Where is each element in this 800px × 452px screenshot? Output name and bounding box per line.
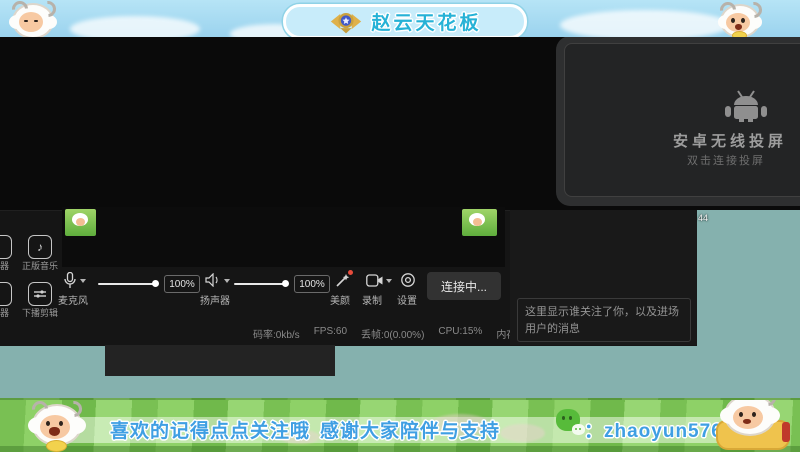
sheep-thumb-face [76, 218, 85, 226]
speaker-slider-knob[interactable] [282, 280, 289, 287]
mic-slider-knob[interactable] [152, 280, 159, 287]
sheep-thumb-face [473, 218, 482, 226]
music-note-glyph: ♪ [37, 240, 43, 254]
speaker-device-caret[interactable] [224, 279, 230, 283]
bottle-art [782, 422, 790, 442]
speaker-volume-value: 100% [294, 275, 330, 293]
overlay-thumbnail-right[interactable] [462, 209, 497, 236]
record-label[interactable]: 录制 [362, 292, 382, 307]
toolbar-item-clipped-icon[interactable] [0, 235, 12, 259]
rank-badge-icon [331, 12, 362, 34]
stream-title-pill: 赵云天花板 [283, 4, 527, 37]
speaker-label: 扬声器 [200, 296, 230, 307]
overlay-thumbnail-left[interactable] [65, 209, 96, 236]
toolbar-item-clip-label[interactable]: 下播剪辑 [18, 306, 62, 319]
interaction-panel: 这里显示谁关注了你，以及进场用户的消息 [510, 210, 697, 345]
flower-art [500, 424, 545, 442]
record-icon[interactable] [366, 274, 383, 287]
toolbar-item-clipped-label: 器 [0, 261, 10, 271]
android-robot-icon [725, 90, 767, 122]
cast-title: 安卓无线投屏 [673, 133, 788, 150]
mic-volume-value: 100% [164, 275, 200, 293]
connect-button[interactable]: 连接中... [427, 272, 501, 300]
stream-title-text: 赵云天花板 [371, 13, 482, 34]
sheep-mascot-top-left [6, 0, 60, 37]
beauty-label[interactable]: 美颜 [330, 292, 350, 307]
cloud-art [70, 16, 200, 37]
follow-reminder-text: 喜欢的记得点点关注哦 [109, 421, 310, 442]
record-caret[interactable] [386, 279, 392, 283]
toolbar-item-music-label[interactable]: 正版音乐 [18, 259, 62, 272]
mic-volume-slider[interactable] [98, 283, 156, 285]
beauty-notification-dot [348, 270, 353, 275]
equalizer-icon[interactable] [28, 282, 52, 306]
bottom-overlay-banner: 喜欢的记得点点关注哦 感谢大家陪伴与支持 ：zhaoyun5764 [0, 398, 800, 452]
cloud-art [560, 10, 730, 37]
desktop-corner-number: 44 [698, 213, 709, 223]
toolbar-item-clipped-label: 器 [0, 308, 10, 318]
background-window-fragment [105, 345, 335, 376]
speaker-icon[interactable] [205, 273, 221, 287]
cast-screen[interactable]: 安卓无线投屏 双击连接投屏 [564, 43, 800, 197]
mic-device-caret[interactable] [80, 279, 86, 283]
speaker-volume-slider[interactable] [234, 283, 286, 285]
thanks-text: 感谢大家陪伴与支持 [320, 421, 501, 442]
microphone-icon[interactable] [64, 272, 76, 289]
cast-subtitle: 双击连接投屏 [687, 155, 765, 167]
top-overlay-banner: 赵云天花板 [0, 0, 800, 37]
sheep-mascot-bottom-right [710, 400, 800, 452]
interaction-hint: 这里显示谁关注了你，以及进场用户的消息 [517, 298, 691, 342]
android-cast-window[interactable]: 安卓无线投屏 双击连接投屏 [556, 36, 800, 206]
status-dropped-frames: 丢帧:0(0.00%) [361, 330, 425, 341]
licensed-music-icon[interactable]: ♪ [28, 235, 52, 259]
settings-gear-icon[interactable] [400, 272, 416, 288]
sheep-mascot-bottom-left [18, 400, 108, 452]
status-bitrate: 码率:0kb/s [253, 330, 300, 341]
equalizer-glyph [34, 290, 46, 298]
mic-label: 麦克风 [58, 296, 88, 307]
settings-label[interactable]: 设置 [397, 292, 417, 307]
status-cpu: CPU:15% [438, 326, 483, 337]
status-fps: FPS:60 [313, 326, 348, 337]
stream-preview [62, 207, 505, 267]
toolbar-item-clipped-icon[interactable] [0, 282, 12, 306]
sheep-mascot-top-right [712, 0, 766, 37]
